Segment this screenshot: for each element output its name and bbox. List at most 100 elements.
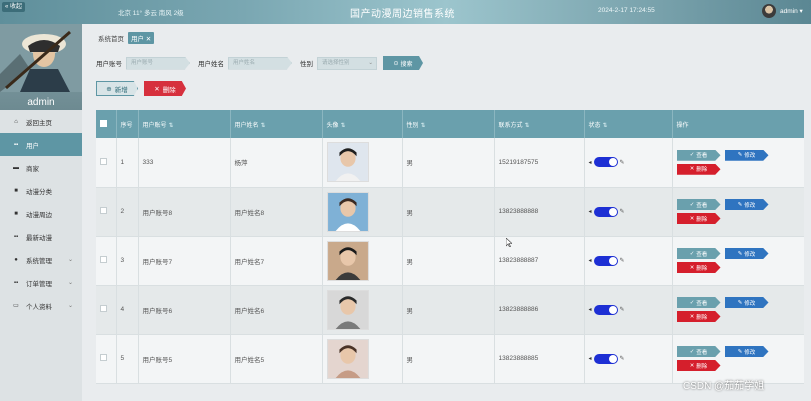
header-gender-label: 性别 <box>406 122 419 129</box>
status-toggle[interactable] <box>593 255 618 266</box>
sidebar-item-users[interactable]: ▪▪ 用户 <box>0 133 82 156</box>
edit-button[interactable]: ✎ 修改 <box>724 297 769 308</box>
arrow-left-icon: ◂ <box>588 356 592 362</box>
row-actions: ✓ 查看 ✎ 修改 ✕ 删除 <box>676 149 804 175</box>
header-account[interactable]: 用户账号 ⇅ <box>138 110 231 138</box>
view-button[interactable]: ✓ 查看 <box>676 248 721 259</box>
shop-icon: ▬ <box>13 164 19 171</box>
user-menu[interactable]: admin ▾ <box>780 7 803 15</box>
user-avatar[interactable] <box>762 4 776 18</box>
name-search-input[interactable]: 用户姓名 <box>228 56 292 70</box>
user-avatar-image[interactable] <box>326 289 369 330</box>
table-row: 5 用户账号5 用户姓名5 男 13823888885 ◂ ✎ ✓ 查看 ✎ 修改 <box>96 334 804 384</box>
account-search-input[interactable]: 用户账号 <box>126 56 190 70</box>
sidebar-item-anime-merch[interactable]: ■ 动漫周边 <box>0 202 82 225</box>
row-actions-cell: ✓ 查看 ✎ 修改 ✕ 删除 <box>672 285 804 335</box>
row-status-cell: ◂ ✎ <box>584 187 673 237</box>
edit-button[interactable]: ✎ 修改 <box>724 346 769 357</box>
sidebar-item-orders[interactable]: ▪▪ 订单管理 ⌄ <box>0 271 82 294</box>
header-status[interactable]: 状态 ⇅ <box>584 110 673 138</box>
header-phone-label: 联系方式 <box>498 122 523 129</box>
user-avatar-image[interactable] <box>326 142 369 183</box>
settings-icon: ● <box>14 256 18 263</box>
status-toggle[interactable] <box>593 206 618 217</box>
gender-select[interactable]: 请选择性别 ⌄ <box>317 56 377 70</box>
user-avatar-image[interactable] <box>326 338 369 379</box>
sidebar-item-anime-category[interactable]: ■ 动漫分类 <box>0 179 82 202</box>
tab-users[interactable]: 用户 ✕ <box>128 32 155 44</box>
arrow-left-icon: ◂ <box>588 258 592 264</box>
tag-icon: ■ <box>14 187 18 194</box>
status-toggle[interactable] <box>593 304 618 315</box>
view-button[interactable]: ✓ 查看 <box>676 346 721 357</box>
edit-pen-icon[interactable]: ✎ <box>620 159 625 166</box>
check-icon: ✓ <box>689 250 695 257</box>
row-checkbox[interactable] <box>100 157 107 165</box>
arrow-left-icon: ◂ <box>588 159 592 166</box>
collapse-sidebar-button[interactable]: « 收起 <box>2 2 26 12</box>
header-name[interactable]: 用户姓名 ⇅ <box>230 110 323 138</box>
view-button[interactable]: ✓ 查看 <box>676 199 721 210</box>
row-name: 杨萍 <box>230 138 323 188</box>
user-avatar-image[interactable] <box>326 240 369 281</box>
delete-button[interactable]: ✕ 删除 <box>676 213 721 224</box>
edit-pen-icon[interactable]: ✎ <box>620 355 625 362</box>
sidebar-item-system[interactable]: ● 系统管理 ⌄ <box>0 248 82 271</box>
row-account: 用户账号8 <box>138 187 231 237</box>
sort-icon: ⇅ <box>602 122 608 129</box>
add-button[interactable]: ⊕ 新增 <box>96 81 138 96</box>
profile-icon: ▭ <box>13 303 19 309</box>
sidebar-item-profile[interactable]: ▭ 个人资料 ⌄ <box>0 294 82 317</box>
sidebar-item-label: 商家 <box>26 165 39 173</box>
sidebar-item-home[interactable]: ⌂ 返回主页 <box>0 110 82 133</box>
delete-button[interactable]: ✕ 删除 <box>676 163 721 175</box>
view-button[interactable]: ✓ 查看 <box>676 297 721 308</box>
select-all-checkbox[interactable] <box>100 119 107 127</box>
row-checkbox[interactable] <box>100 305 107 312</box>
search-button[interactable]: ⊙ 搜索 <box>383 56 423 70</box>
edit-pen-icon[interactable]: ✎ <box>620 306 625 313</box>
delete-button[interactable]: ✕ 删除 <box>676 311 721 322</box>
view-button[interactable]: ✓ 查看 <box>676 149 721 161</box>
row-status-cell: ◂ ✎ <box>584 236 673 286</box>
edit-icon: ✎ <box>737 348 743 355</box>
status-toggle[interactable] <box>593 157 618 168</box>
batch-delete-button[interactable]: ✕ 删除 <box>144 81 186 96</box>
row-actions: ✓ 查看 ✎ 修改 ✕ 删除 <box>676 297 804 322</box>
weather-info: 北京 11° 多云 南风 2级 <box>118 10 184 17</box>
close-icon: ✕ <box>689 215 695 222</box>
header-gender[interactable]: 性别 ⇅ <box>402 110 495 138</box>
breadcrumb-home[interactable]: 系统首页 <box>98 33 124 43</box>
status-control: ◂ ✎ <box>588 255 672 266</box>
row-index: 4 <box>116 285 139 335</box>
delete-button[interactable]: ✕ 删除 <box>676 360 721 371</box>
header-avatar[interactable]: 头像 ⇅ <box>322 110 403 138</box>
edit-pen-icon[interactable]: ✎ <box>620 208 625 215</box>
edit-button[interactable]: ✎ 修改 <box>724 199 769 210</box>
edit-button[interactable]: ✎ 修改 <box>724 248 769 259</box>
user-avatar-image[interactable] <box>326 191 369 232</box>
row-name: 用户姓名6 <box>230 285 323 335</box>
sidebar-item-latest-anime[interactable]: ▪▪ 最新动漫 <box>0 225 82 248</box>
watermark: CSDN @茄茄学姐 <box>683 381 765 392</box>
sidebar-item-merchants[interactable]: ▬ 商家 <box>0 156 82 179</box>
name-label: 用户姓名 <box>198 61 224 68</box>
check-icon: ✓ <box>689 299 695 306</box>
edit-button-label: 修改 <box>744 349 756 356</box>
row-checkbox[interactable] <box>100 354 107 361</box>
status-control: ◂ ✎ <box>588 157 672 168</box>
edit-icon: ✎ <box>737 299 743 306</box>
close-icon: ✕ <box>689 362 695 369</box>
view-button-label: 查看 <box>696 300 708 307</box>
row-checkbox[interactable] <box>100 207 107 214</box>
status-toggle[interactable] <box>593 353 618 364</box>
row-checkbox[interactable] <box>100 256 107 263</box>
edit-pen-icon[interactable]: ✎ <box>620 257 625 264</box>
row-select-cell <box>96 236 117 286</box>
row-avatar-cell <box>322 138 403 188</box>
profile-avatar-image <box>0 24 82 92</box>
header-phone[interactable]: 联系方式 ⇅ <box>494 110 585 138</box>
row-avatar-cell <box>322 285 403 335</box>
edit-button[interactable]: ✎ 修改 <box>724 149 769 161</box>
delete-button[interactable]: ✕ 删除 <box>676 262 721 273</box>
